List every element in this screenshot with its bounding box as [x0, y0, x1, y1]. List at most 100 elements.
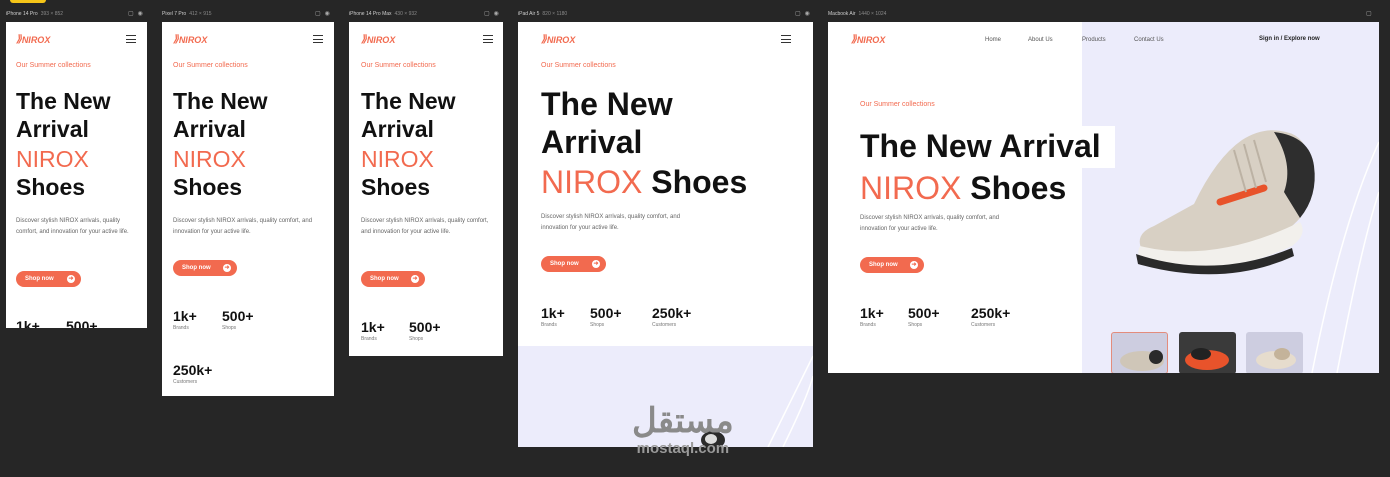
stat-label: Shops — [409, 336, 424, 342]
frame-size: 1440 × 1024 — [858, 11, 887, 17]
hero-eyebrow: Our Summer collections — [361, 62, 436, 69]
arrow-right-icon: ➜ — [910, 261, 918, 269]
logo-mark-icon: ⟩⟩ — [16, 34, 22, 45]
hero-description: Discover stylish NIROX arrivals, quality… — [16, 218, 129, 235]
logo-mark-icon: ⟩⟩ — [173, 34, 179, 45]
frame-controls[interactable]: ▢◉ — [128, 10, 147, 17]
frame-label-iphone14pro[interactable]: iPhone 14 Pro 393 × 852 — [6, 11, 63, 17]
frame-size: 412 × 915 — [189, 11, 212, 17]
hero-image-panel — [1082, 22, 1379, 373]
stat-value: 500+ — [222, 308, 254, 324]
frame-macbookair: ⟩⟩ NIROX Home About Us Products Contact U… — [828, 22, 1379, 373]
arrow-right-icon: ➜ — [223, 264, 231, 272]
watermark-latin: mostaql.com — [636, 440, 730, 457]
shop-now-label: Shop now — [869, 262, 898, 268]
stat-shops: 500+ Shops — [222, 308, 254, 331]
frame-controls[interactable]: ▢◉ — [484, 10, 503, 17]
hero-title-line2: Arrival — [541, 123, 643, 160]
hero-title-tail: Shoes — [16, 173, 86, 200]
hero-eyebrow: Our Summer collections — [541, 62, 616, 69]
nav-contact-us[interactable]: Contact Us — [1134, 37, 1164, 43]
brand-name: NIROX — [178, 34, 208, 45]
frame-controls[interactable]: ▢◉ — [795, 10, 814, 17]
frame-device: Pixel 7 Pro — [162, 11, 187, 17]
auth-links: Sign in / Explore now — [1259, 36, 1320, 42]
stat-label: Brands — [860, 322, 876, 328]
hero-title-tail: Shoes — [970, 170, 1067, 206]
logo-mark-icon: ⟩⟩ — [851, 34, 857, 45]
hero-title: The New Arrival NIROX Shoes — [541, 86, 747, 201]
hero-title-tail: Shoes — [651, 163, 748, 200]
frame-device: iPhone 14 Pro Max — [349, 11, 392, 17]
nav-about-us[interactable]: About Us — [1028, 37, 1053, 43]
hero-title-line1: The New — [361, 88, 456, 114]
stat-label: Brands — [173, 325, 189, 331]
hamburger-menu-icon[interactable] — [781, 35, 791, 43]
stat-customers: 250k+ Customers — [971, 305, 1010, 328]
frame-size: 393 × 852 — [40, 11, 64, 17]
shop-now-button[interactable]: Shop now ➜ — [16, 271, 81, 287]
hero-title-line1: The New Arrival — [860, 128, 1101, 164]
shop-now-button[interactable]: Shop now ➜ — [361, 271, 425, 287]
stat-value: 250k+ — [173, 362, 213, 378]
hamburger-menu-icon[interactable] — [313, 35, 323, 43]
brand-logo[interactable]: ⟩⟩ NIROX — [851, 34, 885, 45]
frame-label-macbookair[interactable]: Macbook Air 1440 × 1024 — [828, 11, 886, 17]
shoe-thumb-image — [1185, 348, 1229, 370]
stat-value: 500+ — [66, 318, 98, 328]
stat-label: Shops — [590, 322, 605, 328]
shop-now-button[interactable]: Shop now ➜ — [173, 260, 237, 276]
hero-title: The New Arrival NIROX Shoes — [173, 88, 268, 201]
stat-value: 1k+ — [860, 305, 884, 321]
frame-size: 820 × 1180 — [542, 11, 568, 17]
brand-logo[interactable]: ⟩⟩ NIROX — [173, 34, 207, 45]
stat-shops: 500+ Shops — [590, 305, 622, 328]
stat-brands: 1k+ Brands — [860, 305, 884, 328]
stat-label: Brands — [541, 322, 557, 328]
stat-label: Customers — [971, 322, 996, 328]
brand-name: NIROX — [856, 34, 886, 45]
shop-now-button[interactable]: Shop now ➜ — [541, 256, 606, 272]
frame-device: Macbook Air — [828, 11, 856, 17]
thumbnail-2[interactable] — [1179, 332, 1236, 373]
canvas-marker — [10, 0, 46, 3]
hero-description: Discover stylish NIROX arrivals, quality… — [361, 218, 489, 235]
brand-logo[interactable]: ⟩⟩ NIROX — [16, 34, 50, 45]
frame-label-pixel7pro[interactable]: Pixel 7 Pro 412 × 915 — [162, 11, 212, 17]
shop-now-label: Shop now — [182, 265, 211, 271]
frame-label-ipadair5[interactable]: iPad Air 5 820 × 1180 — [518, 11, 567, 17]
arrow-right-icon: ➜ — [67, 275, 75, 283]
stat-customers: 250k+ Customers — [652, 305, 691, 328]
frame-controls[interactable]: ▢ — [1366, 10, 1376, 17]
stat-value: 500+ — [409, 319, 441, 335]
stat-value: 1k+ — [173, 308, 197, 324]
hero-title-row3: NIROX Shoes — [541, 164, 747, 202]
hero-title-line1: The New — [173, 88, 268, 114]
hamburger-menu-icon[interactable] — [483, 35, 493, 43]
hero-title-accent: NIROX — [541, 163, 643, 200]
frame-label-iphone14promax[interactable]: iPhone 14 Pro Max 430 × 932 — [349, 11, 417, 17]
design-canvas: iPhone 14 Pro 393 × 852 ▢◉ Pixel 7 Pro 412… — [0, 0, 1390, 477]
hero-title-accent: NIROX — [16, 146, 89, 173]
frame-device: iPad Air 5 — [518, 11, 540, 17]
hero-description: Discover stylish NIROX arrivals, quality… — [173, 218, 313, 235]
hero-title-line1: The New — [541, 86, 673, 122]
explore-now-link[interactable]: Explore now — [1284, 36, 1320, 42]
shop-now-button[interactable]: Shop now ➜ — [860, 257, 924, 273]
brand-logo[interactable]: ⟩⟩ NIROX — [541, 34, 575, 45]
thumbnail-3[interactable] — [1246, 332, 1303, 373]
brand-logo[interactable]: ⟩⟩ NIROX — [361, 34, 395, 45]
stat-brands: 1k+ Brands — [361, 319, 385, 342]
thumbnail-1[interactable] — [1111, 332, 1168, 373]
stat-label: Brands — [361, 336, 377, 342]
nav-products[interactable]: Products — [1082, 37, 1106, 43]
frame-iphone14promax: ⟩⟩ NIROX Our Summer collections The New A… — [349, 22, 503, 356]
frame-ipadair5: ⟩⟩ NIROX Our Summer collections The New A… — [518, 22, 813, 447]
hero-eyebrow: Our Summer collections — [16, 62, 91, 69]
hero-title: The New Arrival NIROX Shoes — [16, 88, 111, 201]
nav-home[interactable]: Home — [985, 37, 1001, 43]
hamburger-menu-icon[interactable] — [126, 35, 136, 43]
sign-in-link[interactable]: Sign in — [1259, 36, 1279, 42]
brand-name: NIROX — [366, 34, 396, 45]
frame-controls[interactable]: ▢◉ — [315, 10, 334, 17]
